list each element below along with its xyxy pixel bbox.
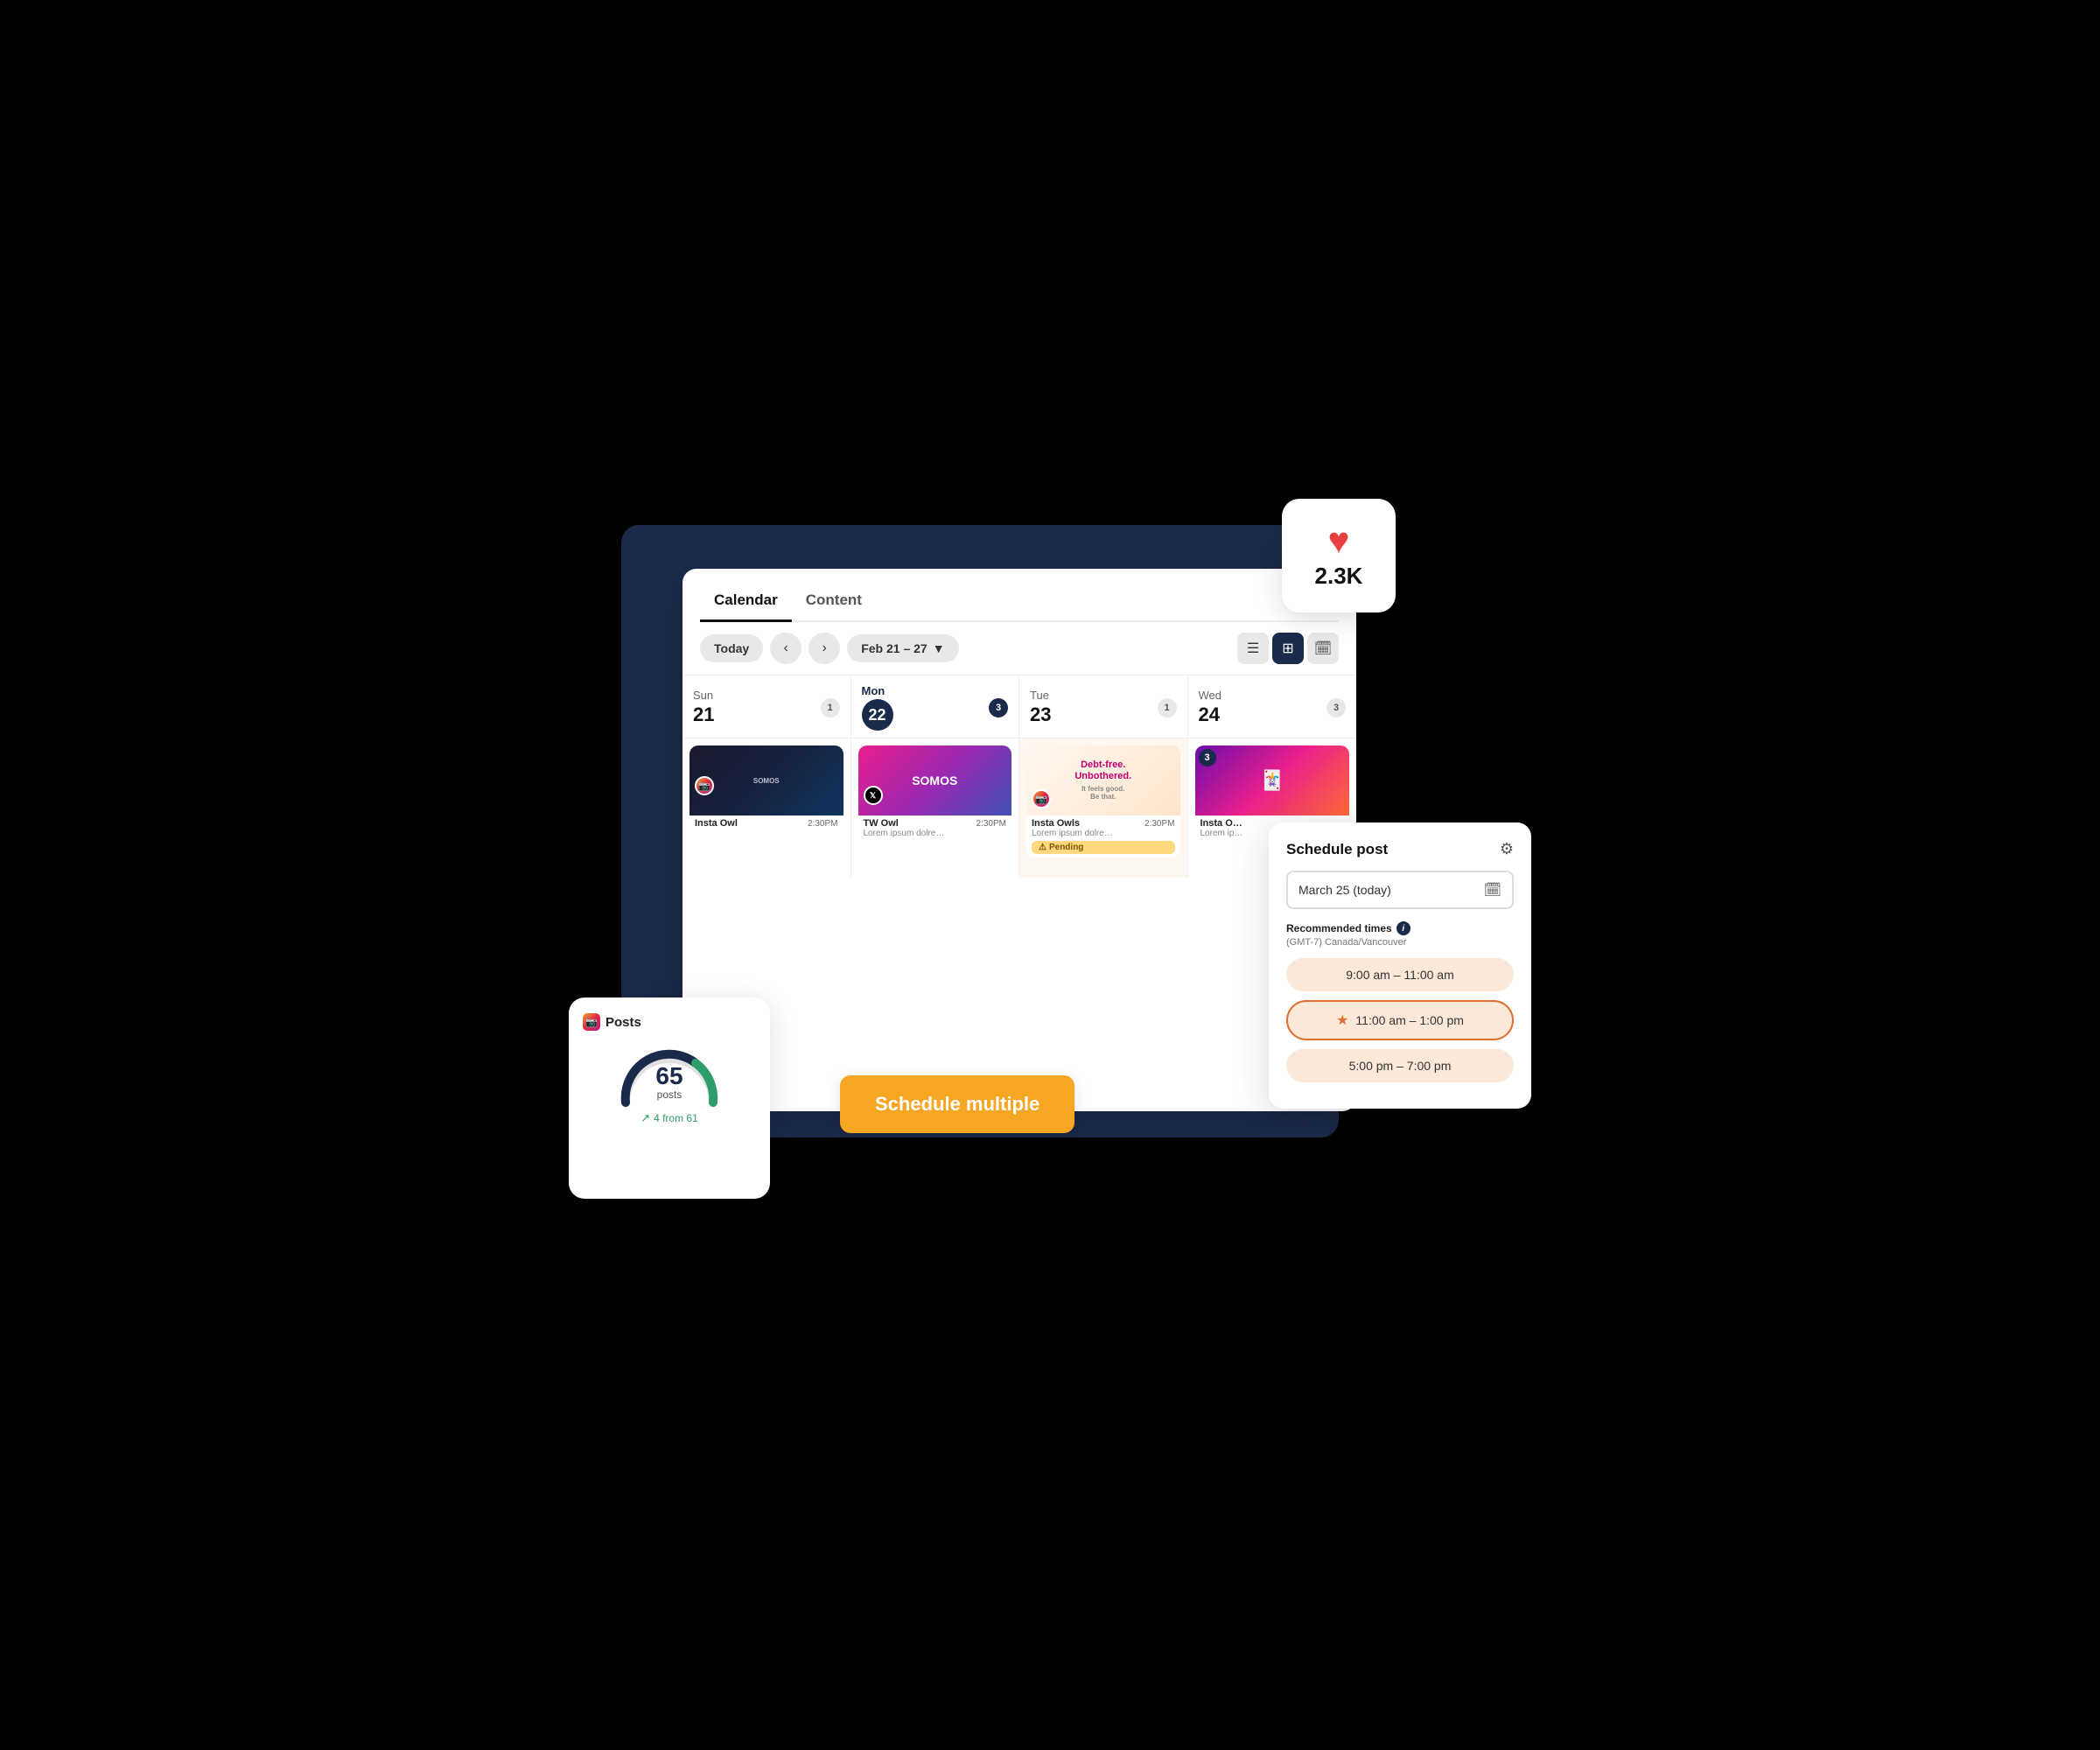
day-badge-wed: 3 xyxy=(1326,698,1346,718)
calendar-cell-mon: SOMOS 𝕏 TW Owl 2:30PM Lorem ipsum dolre… xyxy=(851,738,1020,878)
calendar-cell-tue: Debt-free.Unbothered. It feels good.Be t… xyxy=(1019,738,1188,878)
twitter-overlay-mon: 𝕏 xyxy=(864,786,883,805)
post-desc-tue: Lorem ipsum dolre… xyxy=(1032,829,1175,838)
calendar-day-headers: Sun 21 1 Mon 22 3 Tue 23 1 xyxy=(682,675,1356,738)
post-thumb-mon: SOMOS xyxy=(858,746,1012,816)
cursor-hand: ☞ xyxy=(998,1145,1029,1186)
day-header-tue: Tue 23 1 xyxy=(1019,676,1188,738)
post-info-tue: Insta Owls 2:30PM Lorem ipsum dolre… ⚠ P… xyxy=(1026,816,1180,858)
post-card-tue-1[interactable]: Debt-free.Unbothered. It feels good.Be t… xyxy=(1026,746,1180,858)
recommended-label: Recommended times i xyxy=(1286,921,1514,935)
instagram-overlay-sun: 📷 xyxy=(695,776,714,795)
date-input[interactable]: March 25 (today) 🗓 xyxy=(1286,871,1514,909)
gauge-sub: posts xyxy=(657,1088,682,1101)
calendar-cell-sun: SOMOS 📷 Insta Owl 2:30PM xyxy=(682,738,851,878)
three-badge-wed: 3 xyxy=(1199,749,1216,766)
post-title-tue: Insta Owls xyxy=(1032,818,1080,829)
day-name-sun: Sun xyxy=(693,689,714,702)
time-slot-0[interactable]: 9:00 am – 11:00 am xyxy=(1286,958,1514,991)
posts-widget: 📷 Posts 65 posts ↗ 4 from 61 xyxy=(569,998,770,1199)
tab-content[interactable]: Content xyxy=(792,583,876,622)
day-badge-tue: 1 xyxy=(1158,698,1177,718)
time-slot-1[interactable]: ★ 11:00 am – 1:00 pm xyxy=(1286,1000,1514,1040)
tab-calendar[interactable]: Calendar xyxy=(700,583,792,622)
heart-count: 2.3K xyxy=(1315,563,1363,590)
gear-icon[interactable]: ⚙ xyxy=(1500,840,1514,858)
instagram-overlay-tue: 📷 xyxy=(1032,789,1051,808)
main-calendar-card: Calendar Content Today ‹ › Feb 21 – 27 ▼… xyxy=(682,569,1356,1111)
date-range-button[interactable]: Feb 21 – 27 ▼ xyxy=(847,634,958,662)
heart-icon: ♥ xyxy=(1328,522,1350,559)
day-name-tue: Tue xyxy=(1030,689,1051,702)
prev-button[interactable]: ‹ xyxy=(770,633,802,664)
next-button[interactable]: › xyxy=(808,633,840,664)
calendar-icon: 🗓 xyxy=(1484,881,1502,899)
instagram-icon: 📷 xyxy=(583,1013,600,1031)
day-name-mon: Mon xyxy=(862,684,893,697)
posts-widget-header: 📷 Posts xyxy=(583,1013,641,1031)
time-slot-2[interactable]: 5:00 pm – 7:00 pm xyxy=(1286,1049,1514,1082)
post-thumb-wed: 🃏 xyxy=(1195,746,1350,816)
calendar-tabs: Calendar Content xyxy=(700,583,1339,622)
post-info-sun: Insta Owl 2:30PM xyxy=(690,816,844,832)
day-header-mon: Mon 22 3 xyxy=(851,676,1020,738)
calendar-cells: SOMOS 📷 Insta Owl 2:30PM SOMOS xyxy=(682,738,1356,878)
post-time-sun: 2:30PM xyxy=(808,819,837,829)
date-text: March 25 (today) xyxy=(1298,883,1391,897)
day-number-sun: 21 xyxy=(693,704,714,726)
gauge-number: 65 xyxy=(655,1062,682,1090)
schedule-multiple-button[interactable]: Schedule multiple xyxy=(840,1075,1074,1133)
posts-widget-label: Posts xyxy=(606,1015,641,1030)
day-badge-sun: 1 xyxy=(821,698,840,718)
post-title-sun: Insta Owl xyxy=(695,818,738,829)
day-number-mon: 22 xyxy=(862,699,893,731)
schedule-panel-title: Schedule post xyxy=(1286,841,1388,858)
post-time-mon: 2:30PM xyxy=(976,819,1006,829)
schedule-panel: Schedule post ⚙ March 25 (today) 🗓 Recom… xyxy=(1269,822,1531,1109)
post-thumb-tue: Debt-free.Unbothered. It feels good.Be t… xyxy=(1026,746,1180,816)
heart-badge: ♥ 2.3K xyxy=(1282,499,1396,612)
pending-badge: ⚠ Pending xyxy=(1032,841,1175,854)
post-time-tue: 2:30PM xyxy=(1144,819,1174,829)
post-title-wed: Insta O… xyxy=(1200,818,1242,829)
view-buttons: ☰ ⊞ 🗓 xyxy=(1237,633,1339,664)
info-icon[interactable]: i xyxy=(1396,921,1410,935)
star-icon: ★ xyxy=(1336,1012,1348,1029)
day-badge-mon: 3 xyxy=(989,698,1008,718)
post-desc-mon: Lorem ipsum dolre… xyxy=(864,829,1007,838)
month-view-button[interactable]: 🗓 xyxy=(1307,633,1339,664)
post-card-sun-1[interactable]: SOMOS 📷 Insta Owl 2:30PM xyxy=(690,746,844,832)
schedule-panel-header: Schedule post ⚙ xyxy=(1286,840,1514,858)
post-card-mon-1[interactable]: SOMOS 𝕏 TW Owl 2:30PM Lorem ipsum dolre… xyxy=(858,746,1012,842)
calendar-header: Calendar Content Today ‹ › Feb 21 – 27 ▼… xyxy=(682,569,1356,664)
grid-view-button[interactable]: ⊞ xyxy=(1272,633,1304,664)
posts-from: ↗ 4 from 61 xyxy=(640,1111,698,1125)
gauge-container: 65 posts xyxy=(612,1041,726,1102)
day-name-wed: Wed xyxy=(1199,689,1222,702)
day-header-wed: Wed 24 3 xyxy=(1188,676,1357,738)
list-view-button[interactable]: ☰ xyxy=(1237,633,1269,664)
today-button[interactable]: Today xyxy=(700,634,763,662)
timezone-text: (GMT-7) Canada/Vancouver xyxy=(1286,937,1514,948)
calendar-nav: Today ‹ › Feb 21 – 27 ▼ ☰ ⊞ 🗓 xyxy=(700,633,1339,664)
post-info-mon: TW Owl 2:30PM Lorem ipsum dolre… xyxy=(858,816,1012,842)
post-title-mon: TW Owl xyxy=(864,818,899,829)
day-header-sun: Sun 21 1 xyxy=(682,676,851,738)
day-number-wed: 24 xyxy=(1199,704,1222,726)
arrow-up-icon: ↗ xyxy=(640,1111,650,1125)
day-number-tue: 23 xyxy=(1030,704,1051,726)
